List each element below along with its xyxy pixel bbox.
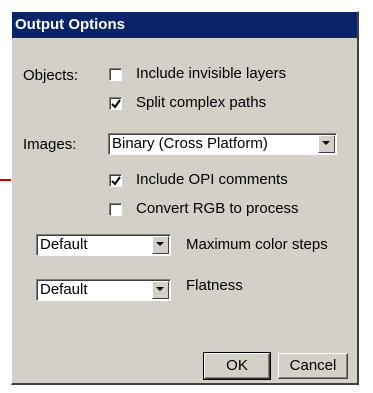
- include-opi-comments-checkbox[interactable]: [109, 174, 122, 187]
- image-format-dropdown-button[interactable]: [318, 135, 335, 153]
- dialog-title: Output Options: [12, 12, 357, 38]
- max-color-steps-select[interactable]: Default: [36, 234, 171, 256]
- ok-button[interactable]: OK: [203, 352, 271, 380]
- checkmark-icon: [111, 176, 121, 186]
- convert-rgb-to-process-checkbox[interactable]: [109, 203, 122, 216]
- image-format-select[interactable]: Binary (Cross Platform): [108, 133, 337, 155]
- chevron-down-icon: [156, 287, 164, 291]
- flatness-value: Default: [40, 281, 88, 298]
- flatness-dropdown-button[interactable]: [152, 281, 169, 299]
- chevron-down-icon: [156, 242, 164, 246]
- flatness-select[interactable]: Default: [36, 279, 171, 301]
- split-complex-paths-checkbox[interactable]: [109, 97, 122, 110]
- cancel-button[interactable]: Cancel: [278, 353, 348, 379]
- chevron-down-icon: [322, 141, 330, 145]
- include-opi-comments-label[interactable]: Include OPI comments: [136, 171, 288, 189]
- convert-rgb-to-process-label[interactable]: Convert RGB to process: [136, 200, 299, 218]
- include-invisible-layers-checkbox[interactable]: [109, 68, 122, 81]
- images-label: Images:: [23, 136, 77, 153]
- max-color-steps-label: Maximum color steps: [186, 236, 328, 253]
- image-format-value: Binary (Cross Platform): [112, 135, 268, 152]
- include-invisible-layers-label[interactable]: Include invisible layers: [136, 65, 286, 83]
- flatness-label: Flatness: [186, 277, 243, 294]
- split-complex-paths-label[interactable]: Split complex paths: [136, 94, 266, 112]
- output-options-dialog: Output Options Objects: Include invisibl…: [11, 11, 359, 385]
- objects-label: Objects:: [23, 67, 79, 84]
- max-color-steps-value: Default: [40, 236, 88, 253]
- checkmark-icon: [111, 99, 121, 109]
- max-color-steps-dropdown-button[interactable]: [152, 236, 169, 254]
